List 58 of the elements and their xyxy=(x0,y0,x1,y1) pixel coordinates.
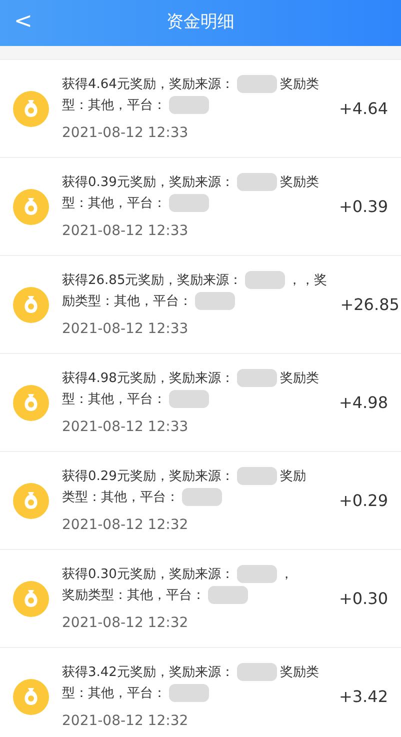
redacted-blur xyxy=(236,467,277,485)
record-time: 2021-08-12 12:33 xyxy=(62,418,190,436)
redacted-blur xyxy=(236,75,277,93)
redacted-blur xyxy=(236,663,277,681)
money-bag-icon xyxy=(13,678,49,714)
money-bag-icon xyxy=(13,580,49,616)
redacted-blur xyxy=(245,271,286,289)
record-description: 型：其他，平台： xyxy=(62,684,166,702)
redacted-blur xyxy=(208,586,248,604)
redacted-blur xyxy=(169,96,209,114)
money-bag-icon xyxy=(13,482,49,518)
money-bag-icon xyxy=(13,188,49,224)
redacted-blur xyxy=(236,173,277,191)
redacted-blur xyxy=(182,488,222,506)
redacted-blur xyxy=(169,194,209,212)
record-description: 获得0.29元奖励，奖励来源： xyxy=(62,468,234,486)
record-amount: +4.64 xyxy=(338,98,388,120)
record-description: 奖励类 xyxy=(280,370,319,388)
record-description: 型：其他，平台： xyxy=(62,96,166,114)
record-amount: +0.29 xyxy=(338,490,388,512)
record-time: 2021-08-12 12:33 xyxy=(62,124,190,142)
redacted-blur xyxy=(236,565,277,583)
record-time: 2021-08-12 12:32 xyxy=(62,712,190,730)
money-bag-icon xyxy=(13,384,49,420)
record-description: 奖励类 xyxy=(280,664,319,682)
record-description: 励类型：其他，平台： xyxy=(62,292,192,310)
record-amount: +0.30 xyxy=(338,588,388,610)
money-bag-icon xyxy=(13,286,49,322)
record-description: 获得0.39元奖励，奖励来源： xyxy=(62,174,234,192)
record-time: 2021-08-12 12:32 xyxy=(62,614,190,632)
record-description: 获得0.30元奖励，奖励来源： xyxy=(62,566,234,584)
page-title: 资金明细 xyxy=(166,11,234,34)
redacted-blur xyxy=(236,369,277,387)
record-description: 获得4.64元奖励，奖励来源： xyxy=(62,76,234,94)
record-description: 奖励 xyxy=(280,468,306,486)
redacted-blur xyxy=(169,684,209,702)
record-description: 奖励类 xyxy=(280,174,319,192)
record-description: 类型：其他，平台： xyxy=(62,488,179,506)
record-description: 奖励类 xyxy=(280,76,319,94)
redacted-blur xyxy=(195,292,235,310)
record-description: 获得26.85元奖励，奖励来源： xyxy=(62,272,242,290)
record-amount: +3.42 xyxy=(338,686,388,708)
record-time: 2021-08-12 12:32 xyxy=(62,516,190,534)
record-amount: +26.85 xyxy=(340,294,400,316)
record-description: 型：其他，平台： xyxy=(62,390,166,408)
record-amount: +0.39 xyxy=(338,196,388,218)
record-description: ，，奖 xyxy=(288,272,328,290)
record-time: 2021-08-12 12:33 xyxy=(62,320,190,338)
redacted-blur xyxy=(169,390,209,408)
record-description: ， xyxy=(280,566,293,584)
record-description: 型：其他，平台： xyxy=(62,194,166,212)
record-description: 奖励类型：其他，平台： xyxy=(62,586,205,604)
record-time: 2021-08-12 12:33 xyxy=(62,222,190,240)
money-bag-icon xyxy=(13,90,49,126)
record-amount: +4.98 xyxy=(338,392,388,414)
back-button[interactable]: < xyxy=(10,8,36,36)
record-description: 获得4.98元奖励，奖励来源： xyxy=(62,370,234,388)
record-description: 获得3.42元奖励，奖励来源： xyxy=(62,664,234,682)
